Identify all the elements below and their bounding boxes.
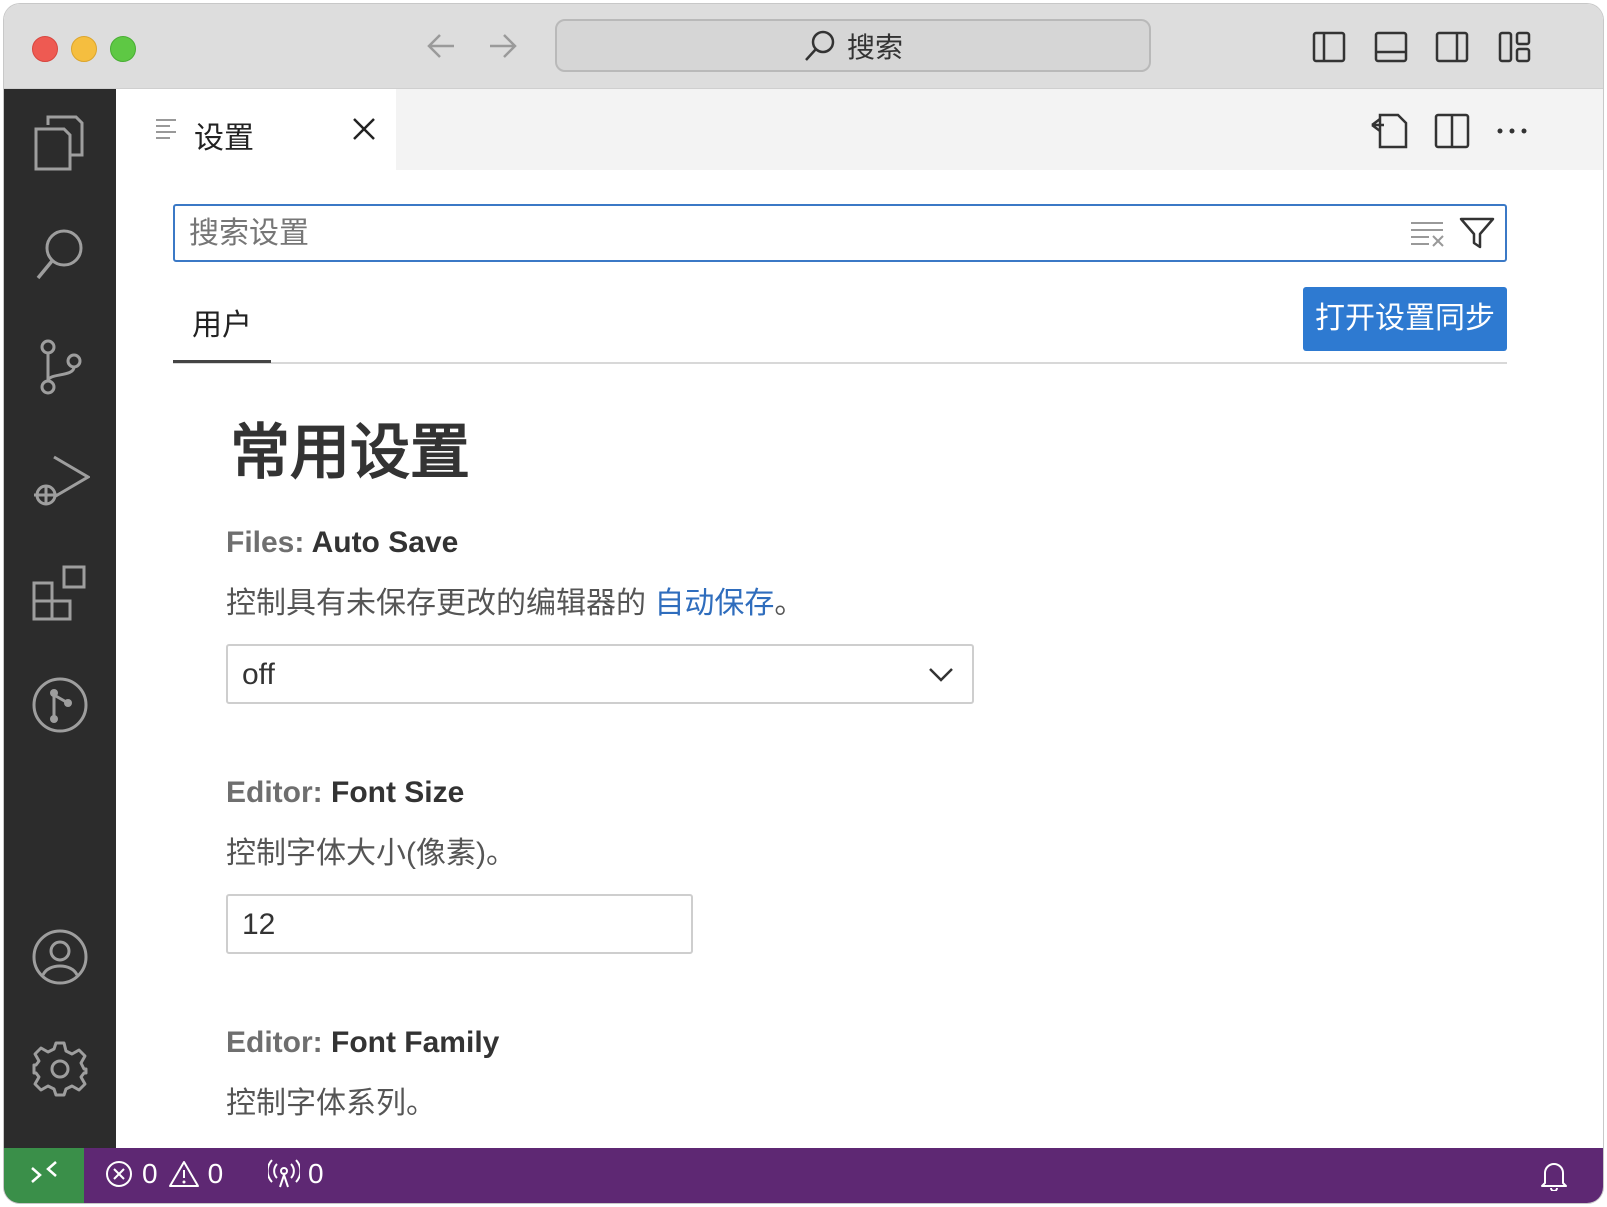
setting-editor-font-size: Editor: Font Size 控制字体大小(像素)。 12 [226,776,1126,954]
auto-save-select[interactable]: off [226,644,974,704]
broadcast-icon [268,1159,300,1188]
vscode-window: 搜索 设置 搜索设置 用户 打开设置同步 常用设置 Files: Auto Sa… [4,4,1603,1203]
auto-save-link[interactable]: 自动保存 [654,587,774,620]
open-settings-json-icon[interactable] [1370,111,1410,151]
settings-search-input[interactable] [187,212,1371,256]
remote-indicator[interactable] [4,1148,84,1203]
explorer-icon[interactable] [30,111,90,171]
setting-description: 控制字体系列。 [226,1087,436,1120]
setting-name: Font Family [331,1026,500,1059]
setting-description: 控制具有未保存更改的编辑器的 自动保存。 [226,578,1126,622]
settings-search-box[interactable] [173,204,1507,262]
setting-description-end: 。 [774,587,805,620]
search-icon [805,30,835,61]
auto-save-value: off [242,658,275,691]
chevron-down-icon [929,668,953,682]
section-title: 常用设置 [230,419,470,486]
setting-category: Files: [226,526,312,559]
remote-icon [31,1161,57,1183]
setting-name: Font Size [331,776,465,809]
warning-icon [168,1161,199,1187]
toggle-secondary-sidebar-icon[interactable] [1435,30,1469,64]
gear-icon[interactable] [30,1039,90,1099]
close-icon[interactable] [350,115,378,143]
setting-name: Auto Save [311,526,459,559]
clear-search-icon[interactable] [1411,218,1445,248]
setting-files-auto-save: Files: Auto Save 控制具有未保存更改的编辑器的 自动保存。 of… [226,526,1126,704]
problems-indicator[interactable]: 0 0 [104,1158,223,1190]
settings-editor: 用户 打开设置同步 常用设置 Files: Auto Save 控制具有未保存更… [116,170,1603,1148]
setting-title: Files: Auto Save [226,526,1126,560]
ports-indicator[interactable]: 0 [268,1158,324,1190]
tab-user[interactable]: 用户 [173,304,271,363]
error-count: 0 [142,1158,158,1189]
setting-editor-font-family: Editor: Font Family 控制字体系列。 [226,1026,1126,1122]
settings-file-icon [156,119,176,139]
toggle-panel-icon[interactable] [1374,30,1408,64]
accounts-icon[interactable] [30,927,90,987]
command-center-label: 搜索 [846,31,903,63]
minimize-window-button[interactable] [71,36,97,62]
setting-title: Editor: Font Family [226,1026,1126,1060]
git-graph-icon[interactable] [30,675,90,735]
status-bar: 0 0 0 [4,1148,1603,1203]
bell-icon[interactable] [1539,1159,1569,1191]
editor-tabs: 设置 [116,89,1603,170]
more-actions-icon[interactable] [1492,111,1532,151]
back-arrow-icon[interactable] [422,26,462,66]
extensions-icon[interactable] [30,563,90,623]
activity-bar [4,89,116,1148]
filter-icon[interactable] [1459,216,1495,250]
forward-arrow-icon[interactable] [482,26,522,66]
open-settings-sync-button[interactable]: 打开设置同步 [1303,287,1507,351]
setting-category: Editor: [226,1026,331,1059]
source-control-icon[interactable] [30,337,90,397]
customize-layout-icon[interactable] [1498,30,1532,64]
settings-scope-tabs: 用户 打开设置同步 [173,280,1507,364]
title-bar: 搜索 [4,4,1603,89]
close-window-button[interactable] [32,36,58,62]
font-size-value: 12 [242,908,276,941]
setting-description: 控制字体大小(像素)。 [226,837,516,870]
run-debug-icon[interactable] [30,449,91,509]
search-icon[interactable] [30,224,90,284]
command-center-search[interactable]: 搜索 [555,19,1151,72]
setting-title: Editor: Font Size [226,776,1126,810]
error-icon [106,1161,132,1187]
ports-count: 0 [308,1158,324,1189]
split-editor-icon[interactable] [1432,111,1472,151]
warning-count: 0 [207,1158,224,1189]
toggle-primary-sidebar-icon[interactable] [1312,30,1346,64]
font-size-input[interactable]: 12 [226,894,693,954]
setting-description-text: 控制具有未保存更改的编辑器的 [226,587,655,620]
tab-label: 设置 [194,122,254,155]
setting-category: Editor: [226,776,331,809]
tab-settings[interactable]: 设置 [116,89,396,170]
maximize-window-button[interactable] [110,36,136,62]
